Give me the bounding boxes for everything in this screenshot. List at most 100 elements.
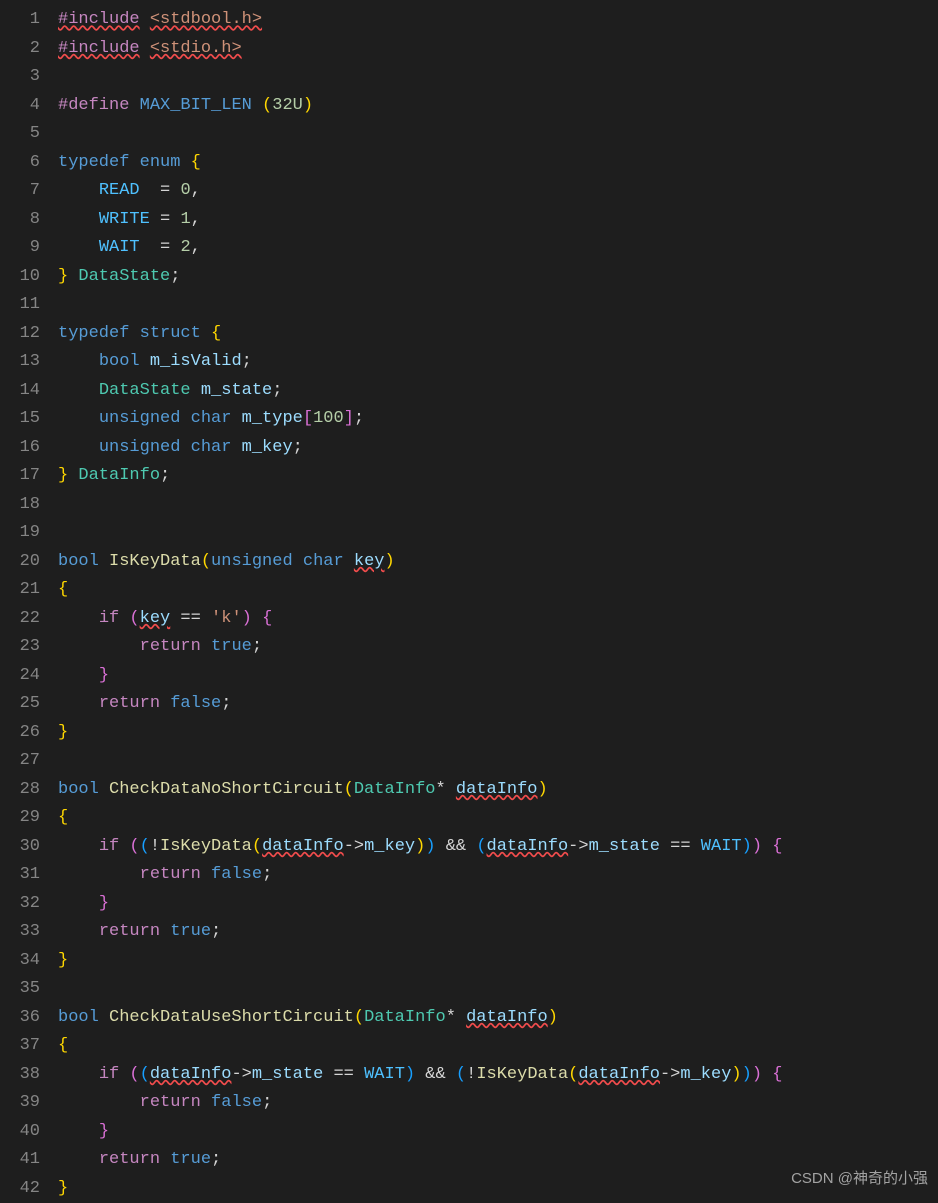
code-token: ,: [191, 181, 201, 200]
code-token: [129, 153, 139, 172]
code-token: ->: [344, 837, 364, 856]
code-token: [129, 324, 139, 343]
code-token: m_type: [242, 409, 303, 428]
code-line[interactable]: return true;: [58, 918, 938, 947]
code-token: [58, 1150, 99, 1169]
line-number: 34: [0, 947, 40, 976]
code-line[interactable]: bool CheckDataNoShortCircuit(DataInfo* d…: [58, 776, 938, 805]
code-token: ;: [252, 637, 262, 656]
line-number: 7: [0, 177, 40, 206]
code-token: DataInfo: [364, 1008, 446, 1027]
code-token: {: [191, 153, 201, 172]
code-token: [160, 1150, 170, 1169]
code-token: [99, 1008, 109, 1027]
code-token: ): [548, 1008, 558, 1027]
code-token: (: [354, 1008, 364, 1027]
code-line[interactable]: [58, 975, 938, 1004]
code-line[interactable]: return false;: [58, 690, 938, 719]
code-token: [68, 466, 78, 485]
code-line[interactable]: READ = 0,: [58, 177, 938, 206]
code-line[interactable]: }: [58, 1118, 938, 1147]
code-line[interactable]: } DataInfo;: [58, 462, 938, 491]
code-token: unsigned: [211, 552, 293, 571]
code-line[interactable]: [58, 491, 938, 520]
code-line[interactable]: if (key == 'k') {: [58, 605, 938, 634]
code-token: [119, 837, 129, 856]
code-token: [762, 1065, 772, 1084]
code-token: READ: [99, 181, 140, 200]
code-line[interactable]: return false;: [58, 1089, 938, 1118]
code-line[interactable]: [58, 63, 938, 92]
code-line[interactable]: [58, 519, 938, 548]
code-token: [99, 780, 109, 799]
code-line[interactable]: }: [58, 947, 938, 976]
code-line[interactable]: }: [58, 662, 938, 691]
code-token: }: [99, 666, 109, 685]
code-token: unsigned: [99, 438, 181, 457]
code-token: ;: [160, 466, 170, 485]
code-token: }: [58, 466, 68, 485]
code-line[interactable]: return true;: [58, 633, 938, 662]
line-number: 11: [0, 291, 40, 320]
code-token: }: [58, 267, 68, 286]
code-token: 1: [180, 210, 190, 229]
code-token: [58, 922, 99, 941]
code-token: bool: [99, 352, 140, 371]
code-token: [58, 694, 99, 713]
code-line[interactable]: WAIT = 2,: [58, 234, 938, 263]
code-token: (: [476, 837, 486, 856]
code-line[interactable]: WRITE = 1,: [58, 206, 938, 235]
code-line[interactable]: unsigned char m_type[100];: [58, 405, 938, 434]
code-line[interactable]: bool IsKeyData(unsigned char key): [58, 548, 938, 577]
code-line[interactable]: #include <stdio.h>: [58, 35, 938, 64]
code-token: [140, 39, 150, 58]
code-line[interactable]: #include <stdbool.h>: [58, 6, 938, 35]
code-line[interactable]: [58, 747, 938, 776]
code-token: (: [129, 837, 139, 856]
code-line[interactable]: if ((dataInfo->m_state == WAIT) && (!IsK…: [58, 1061, 938, 1090]
line-number: 9: [0, 234, 40, 263]
line-number: 41: [0, 1146, 40, 1175]
code-token: [58, 438, 99, 457]
code-line[interactable]: {: [58, 804, 938, 833]
code-token: (: [129, 609, 139, 628]
code-line[interactable]: if ((!IsKeyData(dataInfo->m_key)) && (da…: [58, 833, 938, 862]
code-token: return: [99, 694, 160, 713]
code-token: false: [211, 1093, 262, 1112]
code-token: <stdbool.h>: [150, 10, 262, 29]
code-line[interactable]: DataState m_state;: [58, 377, 938, 406]
code-line[interactable]: typedef enum {: [58, 149, 938, 178]
line-number: 19: [0, 519, 40, 548]
code-token: ->: [660, 1065, 680, 1084]
code-token: [180, 153, 190, 172]
code-token: ,: [191, 238, 201, 257]
code-token: true: [170, 1150, 211, 1169]
code-line[interactable]: return false;: [58, 861, 938, 890]
code-token: WRITE: [99, 210, 150, 229]
code-line[interactable]: }: [58, 719, 938, 748]
code-line[interactable]: }: [58, 890, 938, 919]
code-token: ;: [262, 1093, 272, 1112]
code-token: char: [191, 438, 232, 457]
code-line[interactable]: [58, 120, 938, 149]
code-line[interactable]: } DataState;: [58, 263, 938, 292]
code-editor[interactable]: 1234567891011121314151617181920212223242…: [0, 0, 938, 1203]
code-token: if: [99, 837, 119, 856]
code-area[interactable]: #include <stdbool.h>#include <stdio.h> #…: [58, 6, 938, 1203]
code-line[interactable]: typedef struct {: [58, 320, 938, 349]
line-number: 15: [0, 405, 40, 434]
code-token: [201, 1093, 211, 1112]
code-line[interactable]: {: [58, 576, 938, 605]
line-number: 13: [0, 348, 40, 377]
code-line[interactable]: bool CheckDataUseShortCircuit(DataInfo* …: [58, 1004, 938, 1033]
code-line[interactable]: #define MAX_BIT_LEN (32U): [58, 92, 938, 121]
code-token: [231, 438, 241, 457]
code-token: <stdio.h>: [150, 39, 242, 58]
code-token: DataInfo: [354, 780, 436, 799]
line-number: 26: [0, 719, 40, 748]
code-line[interactable]: unsigned char m_key;: [58, 434, 938, 463]
code-line[interactable]: bool m_isValid;: [58, 348, 938, 377]
line-number: 42: [0, 1175, 40, 1203]
code-line[interactable]: {: [58, 1032, 938, 1061]
code-line[interactable]: [58, 291, 938, 320]
